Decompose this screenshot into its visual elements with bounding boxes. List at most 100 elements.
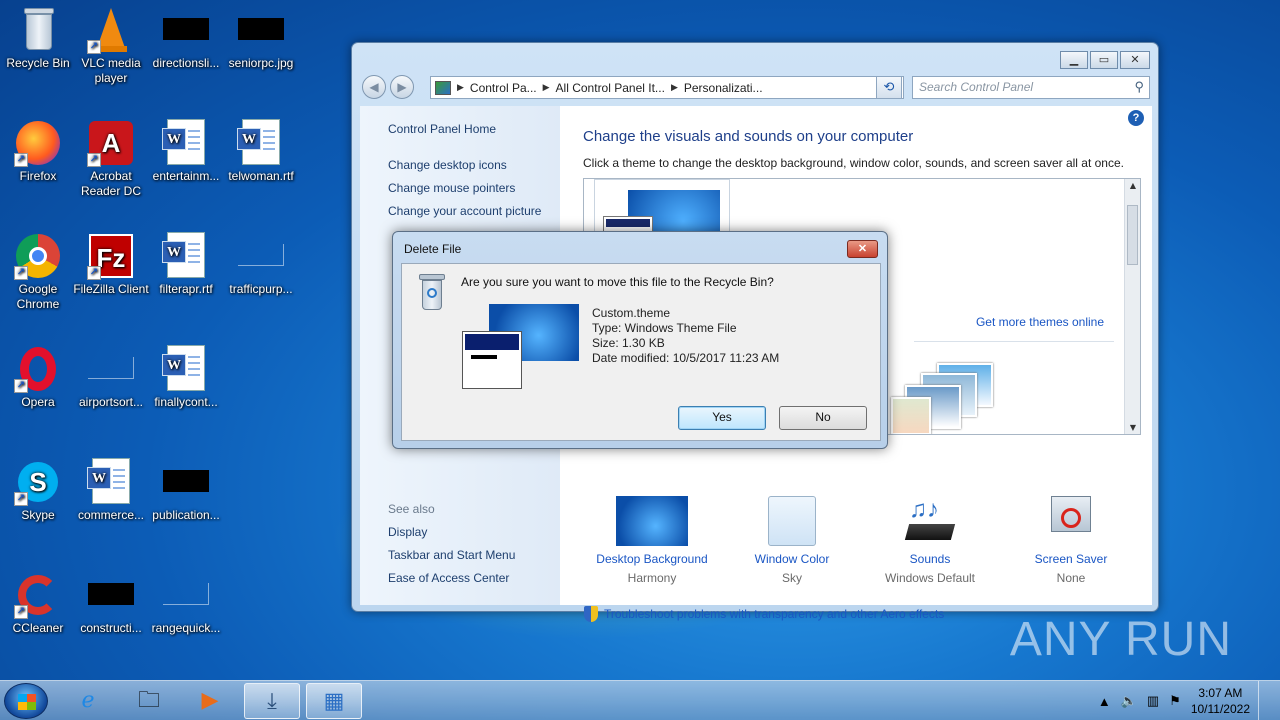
shortcut-arrow-icon: ↗ [14, 266, 28, 280]
address-bar[interactable]: ▶ Control Pa... ▶ All Control Panel It..… [430, 76, 904, 99]
search-input[interactable]: Search Control Panel ⚲ [912, 76, 1150, 99]
shortcut-arrow-icon: ↗ [14, 605, 28, 619]
search-icon[interactable]: ⚲ [1134, 79, 1144, 95]
firefox-icon: ↗ [14, 119, 62, 167]
page-title: Change the visuals and sounds on your co… [583, 128, 914, 145]
breadcrumb-item[interactable]: All Control Panel It... [550, 81, 671, 95]
window-color-label[interactable]: Window Color [722, 552, 862, 566]
desktop-icon-file[interactable]: constructi... [73, 571, 149, 636]
window-color-icon [768, 496, 816, 546]
sidebar-link-ease-of-access[interactable]: Ease of Access Center [388, 571, 509, 585]
sidebar-link-taskbar[interactable]: Taskbar and Start Menu [388, 548, 515, 562]
desktop-icon-file[interactable]: publication... [148, 458, 224, 523]
sounds-value: Windows Default [884, 571, 976, 585]
desktop-icon-word-doc[interactable]: W filterapr.rtf [148, 232, 224, 297]
sidebar-link-mouse-pointers[interactable]: Change mouse pointers [388, 181, 515, 195]
taskbar-ie[interactable]: ℯ [60, 683, 116, 719]
get-more-themes-link[interactable]: Get more themes online [976, 315, 1104, 329]
desktop-icon-skype[interactable]: S ↗ Skype [0, 458, 76, 523]
scrollbar-thumb[interactable] [1127, 205, 1138, 265]
skype-icon: S ↗ [14, 458, 62, 506]
show-hidden-icons[interactable]: ▲ [1098, 694, 1111, 709]
clock[interactable]: 3:07 AM 10/11/2022 [1191, 685, 1250, 717]
word-document-icon: W [162, 232, 205, 278]
desktop-icon-label: finallycont... [154, 395, 218, 409]
maximize-button[interactable]: ▭ [1090, 51, 1118, 69]
file-size: Size: 1.30 KB [592, 336, 665, 350]
screen-saver-item[interactable]: Screen Saver None [1001, 496, 1141, 585]
screen-saver-label[interactable]: Screen Saver [1001, 552, 1141, 566]
desktop-icon-label: commerce... [77, 508, 144, 522]
chevron-right-icon: ▶ [542, 82, 550, 92]
desktop-icon-file[interactable]: directionsli... [148, 6, 224, 71]
taskbar-media-player[interactable]: ▶ [182, 683, 238, 719]
desktop-icon-label: Opera [21, 395, 55, 409]
desktop-icon-recycle-bin[interactable]: Recycle Bin [0, 6, 76, 71]
troubleshoot-link[interactable]: Troubleshoot problems with transparency … [584, 606, 944, 622]
desktop-icon-file[interactable]: trafficpurp... [223, 232, 299, 297]
theme-thumbnail[interactable] [594, 179, 730, 244]
shield-icon [584, 606, 598, 622]
desktop-icon-filezilla[interactable]: Fz ↗ FileZilla Client [73, 232, 149, 297]
desktop-icon-label: seniorpc.jpg [228, 56, 294, 70]
desktop-icon-word-doc[interactable]: W entertainm... [148, 119, 224, 184]
desktop-background-item[interactable]: Desktop Background Harmony [582, 496, 722, 585]
desktop-icon-chrome[interactable]: ↗ Google Chrome [0, 232, 76, 312]
control-panel-icon [435, 80, 451, 95]
network-icon[interactable]: ▥ [1147, 693, 1159, 709]
theme-list-scrollbar[interactable]: ▲ ▼ [1124, 179, 1140, 434]
desktop-icon-acrobat[interactable]: A ↗ Acrobat Reader DC [73, 119, 149, 199]
yes-button[interactable]: Yes [678, 406, 766, 430]
sidebar-link-display[interactable]: Display [388, 525, 427, 539]
desktop-icon-ccleaner[interactable]: ↗ CCleaner [0, 571, 76, 636]
scroll-down-icon[interactable]: ▼ [1125, 423, 1140, 432]
breadcrumb-item[interactable]: Personalizati... [678, 81, 769, 95]
sidebar-link-account-picture[interactable]: Change your account picture [388, 204, 541, 218]
clock-time: 3:07 AM [1198, 686, 1243, 700]
desktop-icon-opera[interactable]: ↗ Opera [0, 345, 76, 410]
show-desktop-button[interactable] [1258, 681, 1270, 720]
action-center-flag-icon[interactable]: ⚑ [1169, 693, 1181, 709]
screen-saver-value: None [1056, 571, 1086, 585]
redacted-thumbnail [88, 583, 134, 605]
no-button[interactable]: No [779, 406, 867, 430]
desktop-icon-word-doc[interactable]: W telwoman.rtf [223, 119, 299, 184]
control-panel-icon: ▦ [323, 689, 345, 714]
sounds-icon: ♫♪ [904, 496, 956, 546]
theme-stack-thumbnail[interactable] [891, 363, 1001, 434]
minimize-button[interactable]: ▁ [1060, 51, 1088, 69]
taskbar-explorer[interactable]: 🗀 [121, 683, 177, 719]
desktop-icon-file[interactable]: airportsort... [73, 345, 149, 410]
start-button[interactable] [4, 683, 48, 719]
desktop-icon-word-doc[interactable]: W finallycont... [148, 345, 224, 410]
desktop-icon-label: rangequick... [151, 621, 221, 635]
delete-file-dialog: Delete File ✕ Are you sure you want to m… [392, 231, 888, 449]
sidebar-link-desktop-icons[interactable]: Change desktop icons [388, 158, 507, 172]
file-date-modified: Date modified: 10/5/2017 11:23 AM [592, 351, 780, 365]
desktop-icon-vlc[interactable]: ↗ VLC media player [73, 6, 149, 86]
desktop-icon-firefox[interactable]: ↗ Firefox [0, 119, 76, 184]
taskbar-download-window[interactable]: ⤓ [244, 683, 300, 719]
desktop-icon-file[interactable]: rangequick... [148, 571, 224, 636]
taskbar-control-panel[interactable]: ▦ [306, 683, 362, 719]
sounds-item[interactable]: ♫♪ Sounds Windows Default [860, 496, 1000, 585]
dialog-close-button[interactable]: ✕ [847, 240, 878, 258]
breadcrumb-item[interactable]: Control Pa... [464, 81, 543, 95]
window-color-item[interactable]: Window Color Sky [722, 496, 862, 585]
desktop-background-label[interactable]: Desktop Background [582, 552, 722, 566]
troubleshoot-label[interactable]: Troubleshoot problems with transparency … [604, 607, 944, 621]
desktop-icon-word-doc[interactable]: W commerce... [73, 458, 149, 523]
screen-saver-icon [1049, 496, 1093, 546]
help-icon[interactable]: ? [1128, 110, 1144, 126]
back-button[interactable]: ◀ [362, 75, 386, 99]
word-document-icon: W [162, 119, 205, 165]
refresh-button[interactable]: ⟲ [876, 76, 902, 99]
sounds-label[interactable]: Sounds [860, 552, 1000, 566]
forward-button[interactable]: ▶ [390, 75, 414, 99]
volume-icon[interactable]: 🔈 [1121, 693, 1137, 709]
desktop-icon-file[interactable]: seniorpc.jpg [223, 6, 299, 71]
scroll-up-icon[interactable]: ▲ [1125, 181, 1140, 190]
sidebar-link-home[interactable]: Control Panel Home [388, 122, 496, 136]
close-button[interactable]: ✕ [1120, 51, 1150, 69]
desktop-icon-label: telwoman.rtf [228, 169, 294, 183]
